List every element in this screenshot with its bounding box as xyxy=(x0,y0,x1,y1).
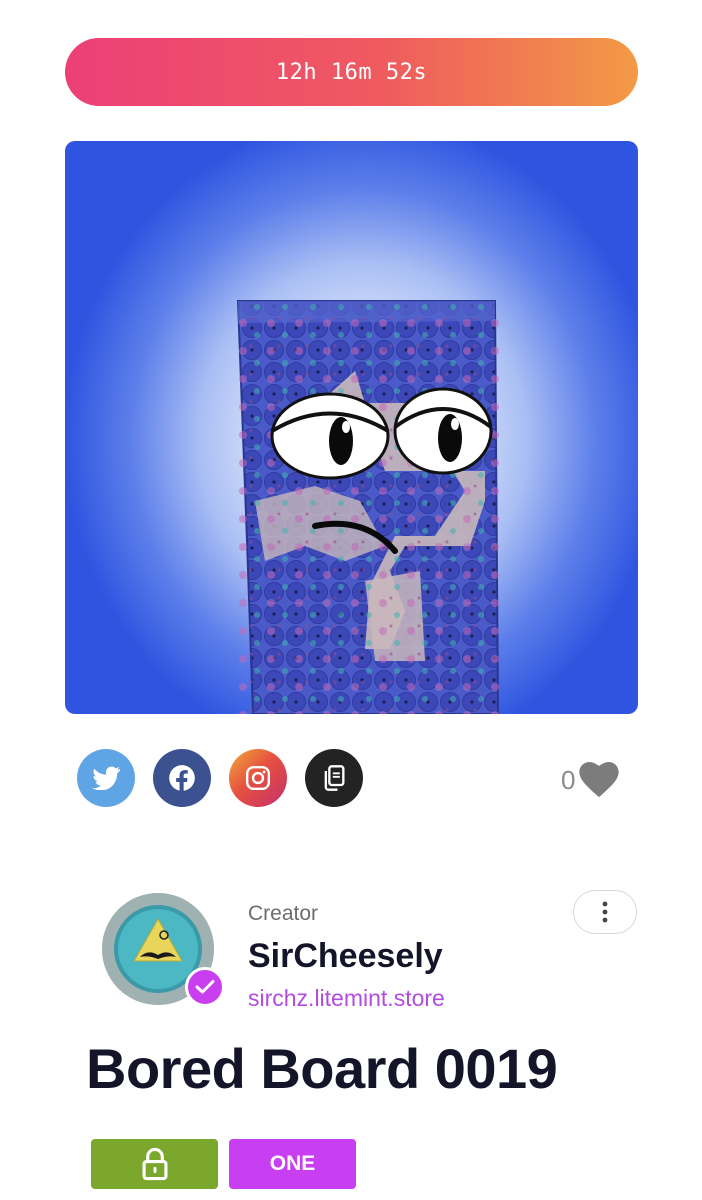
board-character xyxy=(236,300,500,714)
creator-store-link[interactable]: sirchz.litemint.store xyxy=(248,985,445,1012)
twitter-icon xyxy=(92,766,120,790)
twitter-share-button[interactable] xyxy=(77,749,135,807)
lock-badge[interactable] xyxy=(91,1139,218,1189)
auction-countdown-bar: 12h 16m 52s xyxy=(65,38,638,106)
edition-badge[interactable]: ONE xyxy=(229,1139,356,1189)
like-count: 0 xyxy=(561,764,576,795)
like-control[interactable]: 0 xyxy=(561,762,620,798)
facebook-share-button[interactable] xyxy=(153,749,211,807)
verified-badge xyxy=(185,967,225,1007)
instagram-share-button[interactable] xyxy=(229,749,287,807)
checkmark-icon xyxy=(195,980,215,994)
nft-title: Bored Board 0019 xyxy=(86,1037,558,1100)
instagram-icon xyxy=(245,765,271,791)
artwork-illustration xyxy=(236,300,500,714)
countdown-text: 12h 16m 52s xyxy=(275,59,428,85)
copy-link-button[interactable] xyxy=(305,749,363,807)
creator-name[interactable]: SirCheesely xyxy=(248,937,443,976)
heart-icon[interactable] xyxy=(579,762,620,798)
copy-icon xyxy=(324,765,345,791)
lock-icon xyxy=(141,1147,168,1181)
share-buttons xyxy=(77,749,363,807)
more-options-button[interactable] xyxy=(573,890,637,934)
facebook-icon xyxy=(169,765,195,792)
creator-label: Creator xyxy=(248,902,319,925)
nft-artwork[interactable] xyxy=(65,141,638,714)
more-vertical-icon xyxy=(602,901,608,923)
